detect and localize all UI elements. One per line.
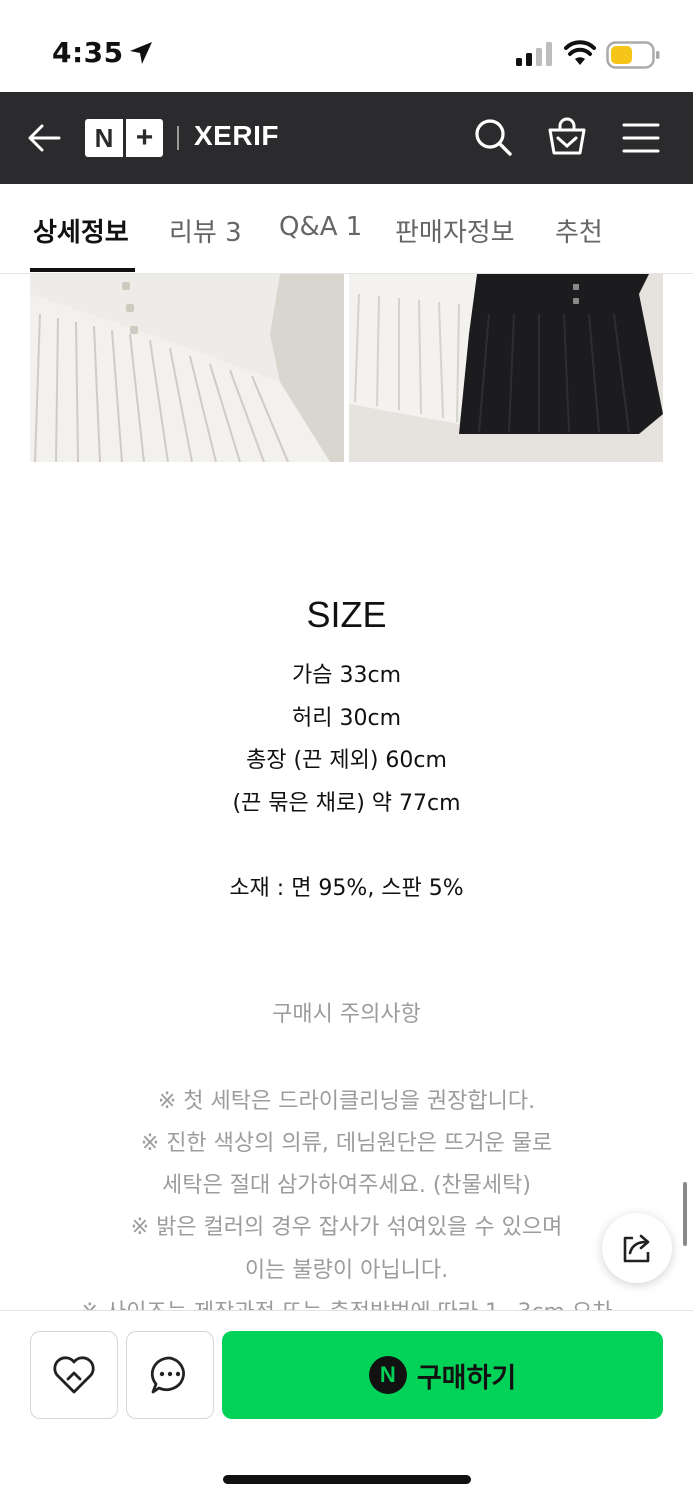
status-bar: 4:35 [0,0,693,92]
tab-detail-info[interactable]: 상세정보 [33,212,129,249]
location-arrow-icon [130,42,152,64]
material-info: 소재 : 면 95%, 스판 5% [229,876,464,901]
size-waist: 허리 30cm [292,706,401,731]
back-arrow-icon[interactable] [26,120,62,156]
share-button[interactable] [602,1213,672,1283]
battery-icon [606,41,660,69]
cellular-signal-icon [516,42,552,66]
header-divider [177,126,179,150]
product-photo-white-black-dresses [349,274,663,462]
size-length: 총장 (끈 제외) 60cm [246,748,447,773]
talk-button[interactable] [126,1331,214,1419]
logo-n: N [94,122,114,153]
app-header: N + XERIF [0,92,693,184]
tab-reviews[interactable]: 리뷰 3 [169,212,242,249]
home-indicator[interactable] [223,1475,471,1484]
buy-button[interactable]: N 구매하기 [222,1331,663,1419]
scrollbar[interactable] [683,1182,687,1246]
naver-plus-logo[interactable]: N + [85,119,163,157]
buy-button-label: 구매하기 [416,1362,517,1394]
size-chest: 가슴 33cm [292,663,401,688]
bottom-action-bar: N 구매하기 [0,1310,693,1500]
wifi-icon [564,40,596,65]
active-tab-indicator [30,268,135,272]
product-photo-white-dress [30,274,344,462]
hamburger-menu-icon[interactable] [622,122,660,154]
heart-icon [53,1356,95,1394]
status-time: 4:35 [52,36,124,69]
notice-line: ※ 진한 색상의 의류, 데님원단은 뜨거운 물로 [140,1131,553,1156]
detail-tabs: 상세정보 리뷰 3 Q&A 1 판매자정보 추천 [0,184,693,274]
size-heading: SIZE [306,594,387,635]
tab-qna[interactable]: Q&A 1 [279,212,362,242]
naver-pay-icon: N [368,1356,407,1394]
search-icon[interactable] [473,117,513,157]
notice-line: 세탁은 절대 삼가하여주세요. (찬물세탁) [162,1173,531,1198]
notice-line: ※ 밝은 컬러의 경우 잡사가 섞여있을 수 있으며 [130,1215,563,1240]
tab-recommend[interactable]: 추천 [555,212,603,249]
chat-bubble-icon [150,1356,185,1394]
tab-seller-info[interactable]: 판매자정보 [395,212,515,249]
store-brand[interactable]: XERIF [194,120,279,152]
notice-heading: 구매시 주의사항 [272,1002,421,1027]
notice-line: ※ 첫 세탁은 드라이클리닝을 권장합니다. [157,1089,536,1114]
wishlist-button[interactable] [30,1331,118,1419]
share-icon [623,1234,650,1263]
shopping-bag-icon[interactable] [547,116,587,156]
size-length-tied: (끈 묶은 채로) 약 77cm [232,791,461,816]
logo-plus: + [135,121,154,154]
notice-line: 이는 불량이 아닙니다. [244,1258,449,1283]
